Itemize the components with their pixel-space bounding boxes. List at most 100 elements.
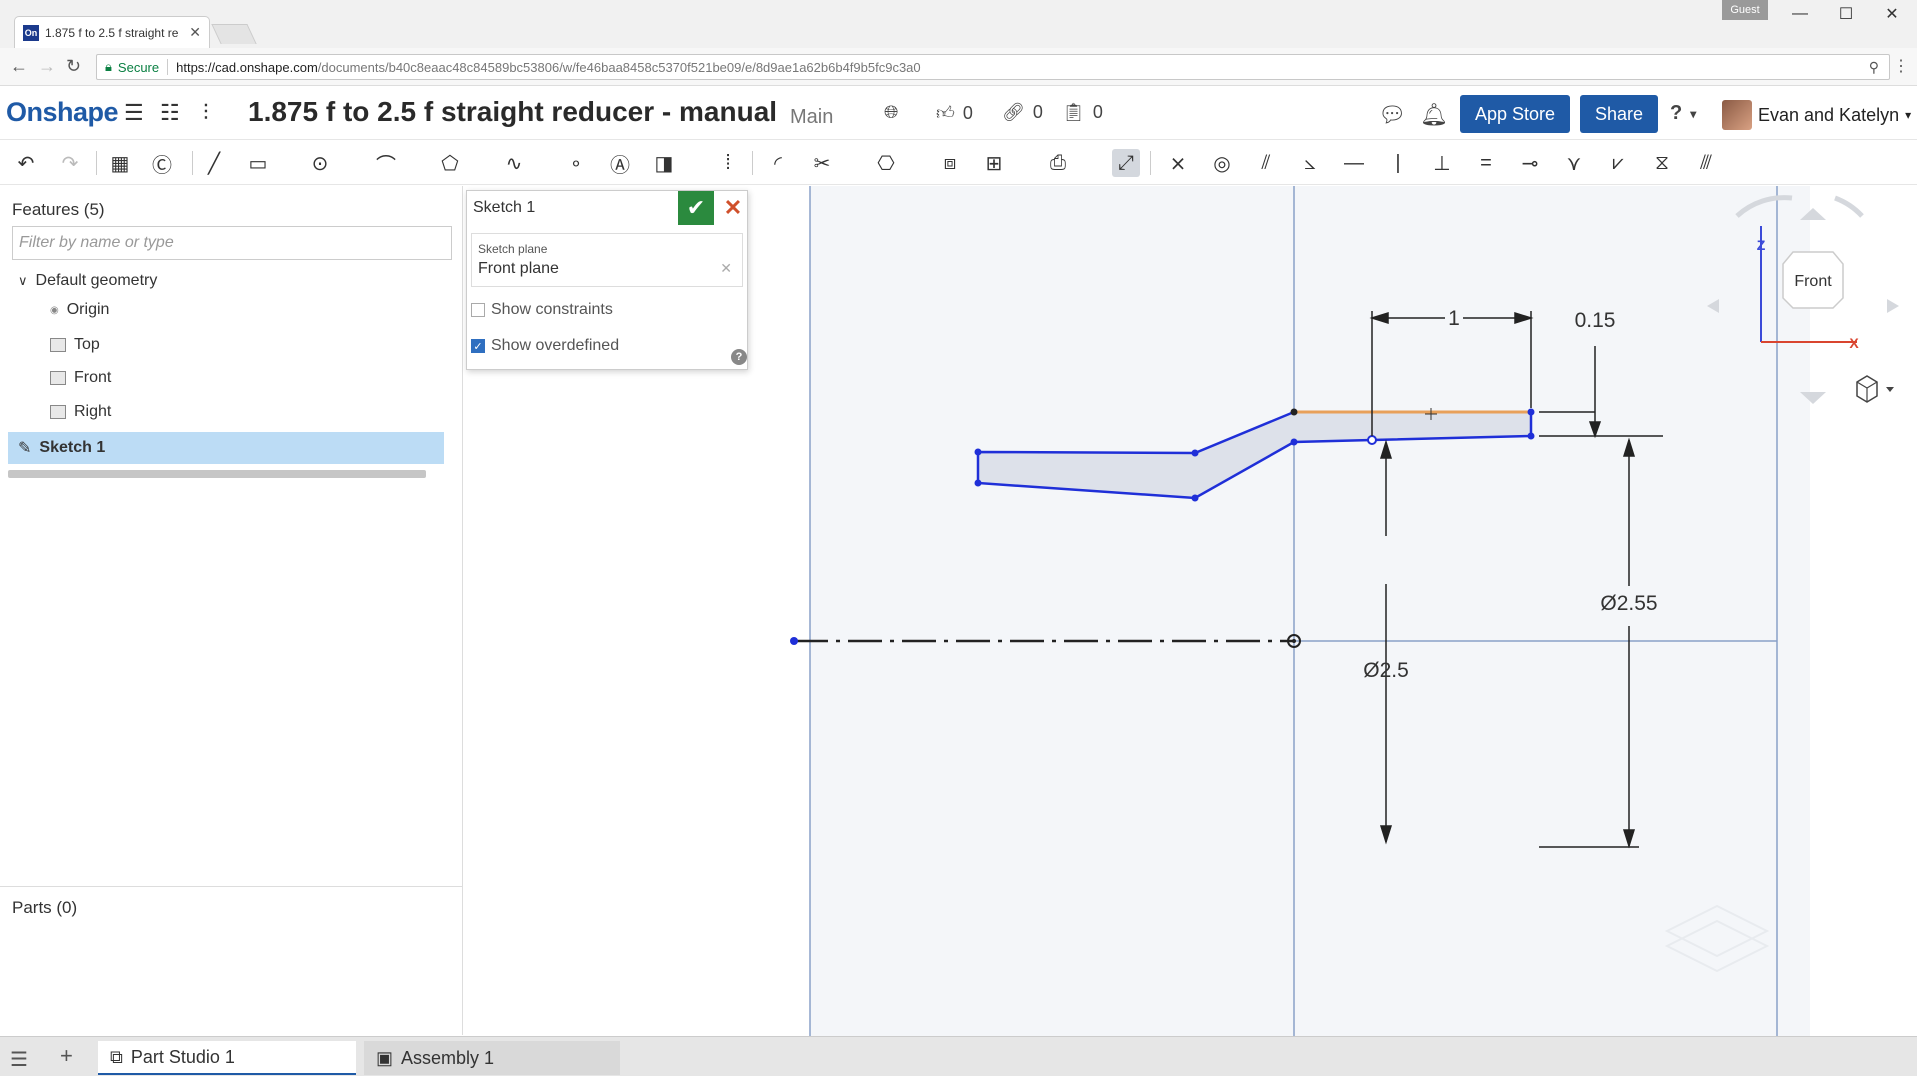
sketch-point[interactable] — [1527, 408, 1535, 416]
comments-icon[interactable]: 💬︎ — [1378, 102, 1406, 128]
copy-stat[interactable]: 📋︎ 0 — [1062, 102, 1103, 123]
view-options-cube-icon[interactable] — [1856, 375, 1894, 403]
sketch-point[interactable] — [974, 448, 982, 456]
hamburger-menu-icon[interactable]: ☰ — [124, 100, 144, 126]
text-tool-icon[interactable]: Ⓐ — [606, 149, 634, 177]
sketch-point[interactable] — [1290, 438, 1298, 446]
new-tab-button[interactable] — [211, 24, 257, 44]
midpoint-icon[interactable]: ⊸ — [1516, 149, 1544, 177]
forward-icon[interactable]: → — [38, 56, 56, 77]
sketch-text-icon[interactable]: ◨ — [650, 149, 678, 177]
dimension-length-text[interactable]: 1 — [1448, 307, 1460, 330]
sketch-point[interactable] — [1367, 435, 1377, 445]
trim-icon[interactable]: ✂ — [808, 149, 836, 177]
back-icon[interactable]: ← — [10, 56, 28, 77]
use-icon[interactable]: ▦ — [106, 149, 134, 177]
show-constraints-checkbox[interactable]: Show constraints — [471, 301, 613, 319]
rotate-arrow-icon[interactable] — [1834, 195, 1864, 218]
import-dxf-icon[interactable]: ⎙ — [1044, 149, 1072, 177]
feature-filter-input[interactable] — [12, 226, 452, 260]
polygon-tool-icon[interactable]: ⬠ — [436, 149, 464, 177]
parallel-icon[interactable]: ⫽ — [1252, 149, 1280, 177]
view-right-arrow-icon[interactable] — [1887, 299, 1899, 313]
url-input[interactable]: 🔒︎ Secure https://cad.onshape.com/docume… — [96, 54, 1890, 80]
close-window-icon[interactable]: ✕ — [1872, 2, 1912, 26]
user-menu[interactable]: Evan and Katelyn ▾ — [1722, 100, 1911, 130]
rectangle-tool-icon[interactable]: ▭ — [244, 149, 272, 177]
intersection-icon[interactable]: Ⓒ — [148, 149, 176, 177]
offset-icon[interactable]: ⎔ — [872, 149, 900, 177]
public-globe-icon[interactable]: 🌐︎ — [884, 102, 898, 123]
tangent-icon[interactable]: ⦣ — [1296, 149, 1324, 177]
fillet-icon[interactable]: ◜ — [764, 149, 792, 177]
checkbox-icon[interactable] — [471, 303, 485, 317]
link-stat[interactable]: 🔗︎ 0 — [1002, 102, 1043, 123]
accept-sketch-button[interactable]: ✔ — [678, 191, 714, 225]
coincident-icon[interactable]: ⨯ — [1164, 149, 1192, 177]
redo-icon[interactable]: ↷ — [56, 149, 84, 177]
symmetric-icon[interactable]: ⧖ — [1648, 149, 1676, 177]
minimize-icon[interactable]: — — [1780, 2, 1820, 26]
document-title[interactable]: 1.875 f to 2.5 f straight reducer - manu… — [248, 96, 777, 128]
sketch-plane-field[interactable]: Sketch plane Front plane ✕ — [471, 233, 743, 287]
horizontal-scrollbar[interactable] — [8, 470, 426, 478]
workspace-label[interactable]: Main — [790, 106, 833, 129]
show-overdefined-checkbox[interactable]: ✓ Show overdefined — [471, 337, 619, 355]
pierce-icon[interactable]: ⩗ — [1604, 149, 1632, 177]
browser-tab[interactable]: On 1.875 f to 2.5 f straight re ✕ — [14, 16, 210, 48]
equal-icon[interactable]: = — [1472, 149, 1500, 177]
maximize-icon[interactable]: ☐ — [1826, 2, 1866, 26]
feature-right-plane[interactable]: Right — [50, 403, 111, 421]
notifications-bell-icon[interactable]: 🔔︎ — [1420, 102, 1448, 128]
circle-tool-icon[interactable]: ⊙ — [306, 149, 334, 177]
construction-icon[interactable]: ⁞ — [714, 149, 742, 177]
tab-manager-icon[interactable]: ☰ — [10, 1047, 28, 1072]
cancel-sketch-button[interactable]: ✕ — [719, 191, 747, 225]
feature-origin[interactable]: ◉ Origin — [50, 301, 109, 319]
line-tool-icon[interactable]: ╱ — [200, 149, 228, 177]
perpendicular-icon[interactable]: ⊥ — [1428, 149, 1456, 177]
feature-sketch-1[interactable]: ✎ Sketch 1 — [8, 432, 444, 464]
default-geometry-folder[interactable]: ∨ Default geometry — [18, 272, 157, 290]
onshape-logo[interactable]: Onshape — [6, 97, 119, 128]
checkbox-checked-icon[interactable]: ✓ — [471, 339, 485, 353]
close-tab-icon[interactable]: ✕ — [189, 24, 201, 41]
chevron-down-icon[interactable]: ∨ — [18, 273, 28, 289]
dimension-outer-diameter-text[interactable]: Ø2.55 — [1600, 592, 1657, 615]
sketch-point[interactable] — [1527, 432, 1535, 440]
feature-front-plane[interactable]: Front — [50, 369, 111, 387]
arc-tool-icon[interactable]: ⌒ — [372, 149, 400, 177]
tab-assembly-1[interactable]: ▣ Assembly 1 — [364, 1041, 620, 1075]
sketch-point[interactable] — [1191, 494, 1199, 502]
app-store-button[interactable]: App Store — [1460, 95, 1570, 133]
help-icon[interactable]: ? — [731, 349, 747, 365]
reload-icon[interactable]: ↻ — [66, 56, 81, 77]
clear-selection-icon[interactable]: ✕ — [720, 260, 732, 277]
share-button[interactable]: Share — [1580, 95, 1658, 133]
mirror-icon[interactable]: ⧈ — [936, 149, 964, 177]
point-tool-icon[interactable]: ∘ — [562, 149, 590, 177]
add-tab-icon[interactable]: + — [60, 1043, 73, 1069]
feature-top-plane[interactable]: Top — [50, 336, 100, 354]
sketch-point[interactable] — [1290, 408, 1298, 416]
vertical-icon[interactable]: | — [1384, 149, 1412, 177]
help-button[interactable]: ? ▾ — [1670, 102, 1696, 125]
horizontal-icon[interactable]: — — [1340, 149, 1368, 177]
browser-menu-icon[interactable]: ⋮ — [1893, 56, 1909, 76]
version-graph-icon[interactable]: ☷ — [160, 100, 180, 126]
sketch-point[interactable] — [974, 479, 982, 487]
sketch-point[interactable] — [1191, 449, 1199, 457]
branch-icon[interactable]: ⫶ — [203, 100, 209, 126]
centerline-endpoint[interactable] — [790, 637, 798, 645]
dimension-inner-diameter-text[interactable]: Ø2.5 — [1363, 659, 1409, 682]
fix-icon[interactable]: ⫻ — [1692, 149, 1720, 177]
normal-icon[interactable]: ⋎ — [1560, 149, 1588, 177]
spline-tool-icon[interactable]: ∿ — [500, 149, 528, 177]
undo-icon[interactable]: ↶ — [12, 149, 40, 177]
view-cube-face-label[interactable]: Front — [1794, 273, 1832, 290]
guest-badge[interactable]: Guest — [1722, 0, 1768, 20]
zoom-icon[interactable]: ⚲ — [1869, 59, 1879, 76]
dimension-offset-text[interactable]: 0.15 — [1575, 309, 1616, 332]
pattern-icon[interactable]: ⊞ — [980, 149, 1008, 177]
dimension-tool-icon[interactable]: ⤢ — [1112, 149, 1140, 177]
